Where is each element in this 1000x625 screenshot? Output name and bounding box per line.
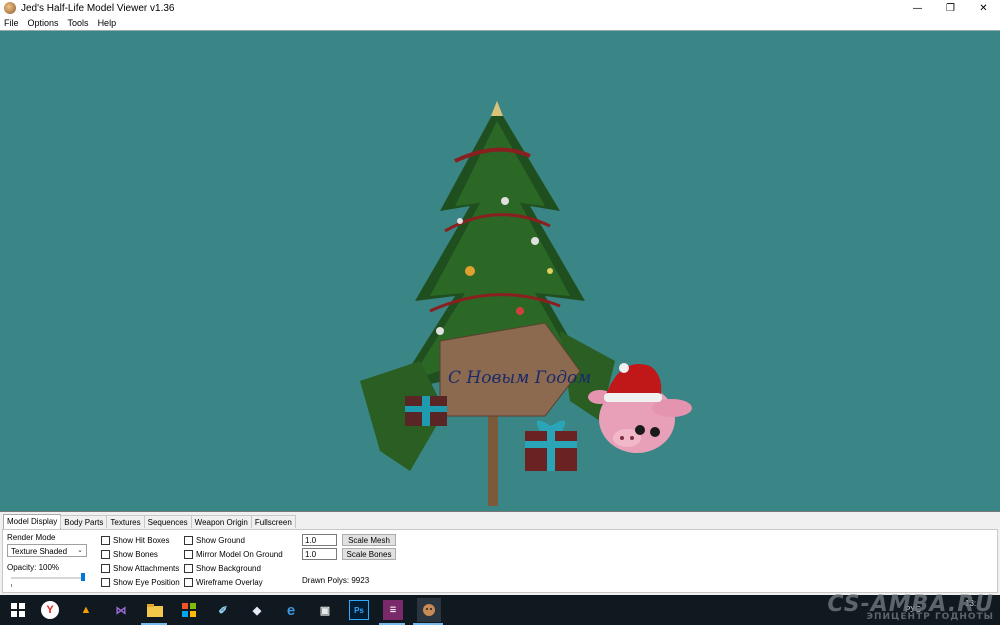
3d-paint-icon[interactable]: ◆ xyxy=(247,600,267,620)
show-hit-boxes-checkbox[interactable]: Show Hit Boxes xyxy=(101,536,169,545)
avast-icon[interactable]: ▲ xyxy=(76,600,96,620)
file-explorer-icon[interactable] xyxy=(145,600,165,620)
menu-bar: File Options Tools Help xyxy=(0,16,1000,30)
menu-file[interactable]: File xyxy=(4,18,19,28)
title-bar: Jed's Half-Life Model Viewer v1.36 — ❐ ✕ xyxy=(0,0,1000,16)
show-attachments-checkbox[interactable]: Show Attachments xyxy=(101,564,179,573)
tab-textures[interactable]: Textures xyxy=(106,515,145,528)
app-icon xyxy=(4,2,16,14)
wireframe-overlay-checkbox[interactable]: Wireframe Overlay xyxy=(184,578,263,587)
show-ground-checkbox[interactable]: Show Ground xyxy=(184,536,245,545)
drawn-polys-label: Drawn Polys: 9923 xyxy=(302,576,370,585)
render-mode-label: Render Mode xyxy=(7,533,56,542)
opacity-slider-track[interactable] xyxy=(11,577,85,579)
tab-fullscreen[interactable]: Fullscreen xyxy=(250,515,296,528)
show-eye-position-checkbox[interactable]: Show Eye Position xyxy=(101,578,180,587)
tab-body-parts[interactable]: Body Parts xyxy=(60,515,108,528)
opacity-slider-thumb[interactable] xyxy=(81,573,85,581)
show-background-checkbox[interactable]: Show Background xyxy=(184,564,261,573)
tab-model-display[interactable]: Model Display xyxy=(3,514,62,529)
scale-mesh-button[interactable]: Scale Mesh xyxy=(342,534,396,546)
render-mode-value: Texture Shaded xyxy=(11,547,68,556)
scale-bones-button[interactable]: Scale Bones xyxy=(342,548,396,560)
visual-studio-icon[interactable]: ⋈ xyxy=(111,600,131,620)
paint-icon[interactable]: ✐ xyxy=(213,600,233,620)
opacity-slider-tick xyxy=(11,584,12,587)
model-viewer-icon[interactable] xyxy=(417,598,441,622)
close-icon[interactable]: ✕ xyxy=(967,0,1000,16)
model-viewport[interactable]: С Новым Годом xyxy=(0,30,1000,512)
photoshop-icon[interactable]: Ps xyxy=(349,600,369,620)
gift-box-left xyxy=(405,396,447,426)
control-panel: Model Display Body Parts Textures Sequen… xyxy=(0,513,1000,595)
minimize-icon[interactable]: — xyxy=(901,0,934,16)
show-bones-checkbox[interactable]: Show Bones xyxy=(101,550,158,559)
menu-tools[interactable]: Tools xyxy=(68,18,89,28)
model-render: С Новым Годом xyxy=(360,101,692,506)
model-display-panel: Render Mode Texture Shaded ⌄ Opacity: 10… xyxy=(2,529,998,593)
tab-sequences[interactable]: Sequences xyxy=(143,515,192,528)
chevron-down-icon: ⌄ xyxy=(77,547,83,554)
opacity-label: Opacity: 100% xyxy=(7,563,60,572)
mirror-model-checkbox[interactable]: Mirror Model On Ground xyxy=(184,550,283,559)
scale-bones-input[interactable]: 1.0 xyxy=(302,548,337,560)
scale-mesh-input[interactable]: 1.0 xyxy=(302,534,337,546)
window-title: Jed's Half-Life Model Viewer v1.36 xyxy=(21,2,175,14)
store-icon[interactable] xyxy=(179,600,199,620)
menu-help[interactable]: Help xyxy=(98,18,117,28)
windows-start-icon[interactable] xyxy=(8,600,28,620)
render-mode-select[interactable]: Texture Shaded ⌄ xyxy=(7,544,87,557)
sign-text: С Новым Годом xyxy=(448,368,591,388)
winrar-icon[interactable]: ☰ xyxy=(383,600,403,620)
tab-weapon-origin[interactable]: Weapon Origin xyxy=(190,515,252,528)
gift-box-right xyxy=(525,420,577,471)
site-watermark-subtitle: ЭПИЦЕНТР ГОДНОТЫ xyxy=(866,612,994,622)
restore-icon[interactable]: ❐ xyxy=(934,0,967,16)
yandex-browser-icon[interactable]: Y xyxy=(41,601,59,619)
menu-options[interactable]: Options xyxy=(28,18,59,28)
3d-builder-icon[interactable]: ▣ xyxy=(315,600,335,620)
tab-strip: Model Display Body Parts Textures Sequen… xyxy=(3,514,296,529)
window-controls: — ❐ ✕ xyxy=(901,0,1000,16)
edge-icon[interactable]: e xyxy=(281,600,301,620)
